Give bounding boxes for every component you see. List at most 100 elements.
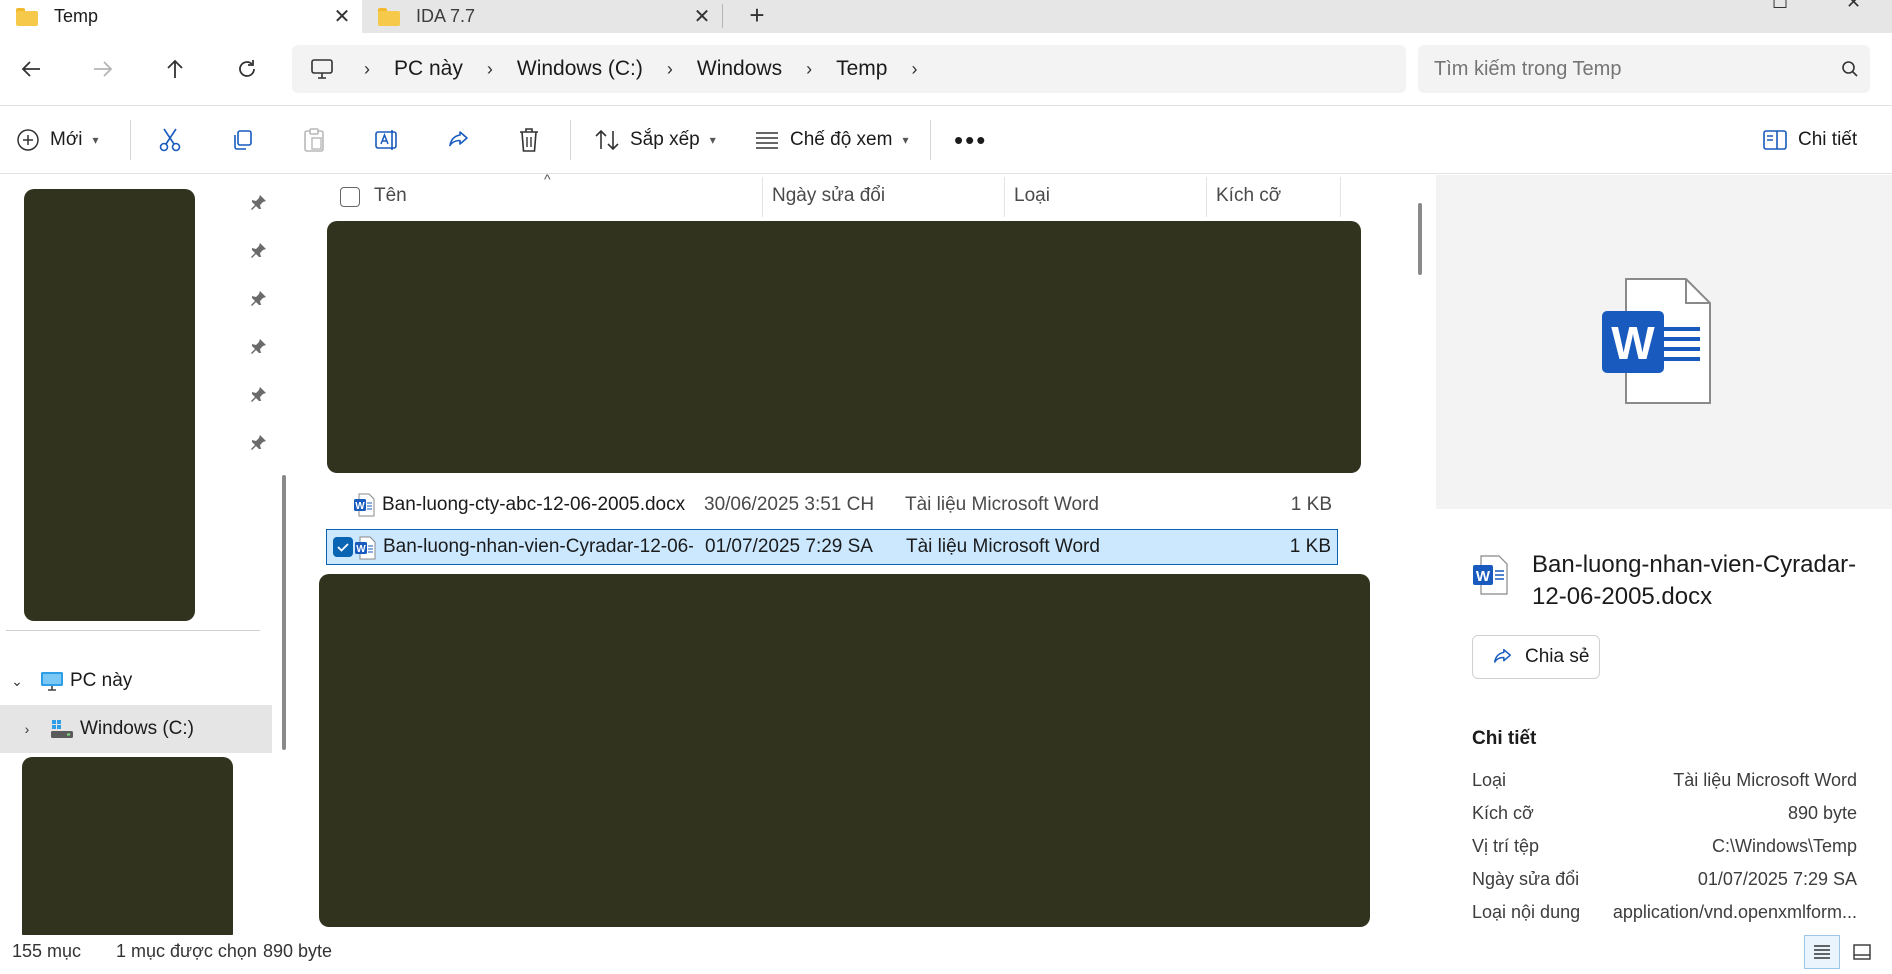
pin-icon[interactable]	[250, 193, 268, 211]
column-size[interactable]: Kích cỡ	[1216, 185, 1281, 207]
details-pane: W W Ban-luong-nhan-vien-Cyradar-12-06-20…	[1436, 175, 1892, 935]
chevron-down-icon[interactable]: ⌄	[2, 673, 32, 690]
scrollbar[interactable]	[1418, 203, 1422, 275]
list-view-icon	[756, 132, 778, 149]
column-header: ^ Tên Ngày sửa đổi Loại Kích cỡ	[300, 171, 1341, 219]
divider	[570, 120, 571, 160]
property-value: 890 byte	[1787, 803, 1857, 823]
rename-button[interactable]	[374, 106, 400, 174]
table-row[interactable]: W Ban-luong-cty-abc-12-06-2005.docx 30/0…	[326, 487, 1338, 523]
redacted-area	[22, 757, 233, 943]
trash-icon	[520, 128, 538, 152]
search-icon[interactable]	[1830, 60, 1870, 78]
address-bar[interactable]: › PC này › Windows (C:) › Windows › Temp…	[292, 45, 1406, 93]
chevron-right-icon[interactable]: ›	[911, 59, 917, 80]
maximize-icon[interactable]: ☐	[1772, 0, 1788, 13]
forward-button[interactable]	[81, 47, 125, 91]
cut-button[interactable]	[158, 106, 182, 174]
drive-icon	[51, 720, 73, 738]
new-tab-button[interactable]: +	[742, 0, 772, 33]
property-key: Loại	[1472, 770, 1507, 790]
breadcrumb-temp[interactable]: Temp	[836, 57, 887, 81]
arrow-left-icon	[21, 61, 40, 77]
file-name: Ban-luong-nhan-vien-Cyradar-12-06-2005.d…	[383, 536, 693, 557]
details-view-button[interactable]	[1804, 935, 1840, 969]
tree-item-windows-drive[interactable]: › Windows (C:)	[0, 705, 272, 753]
sort-button[interactable]: Sắp xếp ▾	[594, 106, 716, 174]
details-label: Chi tiết	[1798, 129, 1858, 150]
paste-button[interactable]	[302, 106, 326, 174]
property-key: Vị trí tệp	[1472, 836, 1540, 856]
property-row: Kích cỡ 890 byte	[1472, 803, 1857, 831]
share-button[interactable]	[446, 106, 470, 174]
copy-button[interactable]	[230, 106, 254, 174]
tab-temp[interactable]: Temp ✕	[0, 0, 362, 33]
scrollbar[interactable]	[282, 475, 286, 750]
new-button[interactable]: Mới ▾	[16, 106, 99, 174]
row-checkbox[interactable]	[333, 537, 353, 557]
chevron-right-icon[interactable]: ›	[487, 59, 493, 80]
search-box[interactable]	[1418, 45, 1870, 93]
file-type: Tài liệu Microsoft Word	[905, 494, 1099, 515]
close-icon[interactable]: ✕	[682, 4, 722, 29]
file-size: 1 KB	[1289, 536, 1331, 557]
share-button[interactable]: Chia sẻ	[1472, 635, 1600, 679]
chevron-down-icon: ▾	[92, 133, 99, 147]
property-key: Loại nội dung	[1472, 902, 1581, 922]
tree-item-pc[interactable]: ⌄ PC này	[0, 657, 272, 705]
pin-icon[interactable]	[250, 241, 268, 259]
up-button[interactable]	[153, 47, 197, 91]
chevron-right-icon[interactable]: ›	[667, 59, 673, 80]
details-section-title: Chi tiết	[1472, 728, 1537, 749]
column-type[interactable]: Loại	[1014, 185, 1050, 207]
tab-ida[interactable]: IDA 7.7 ✕	[362, 0, 722, 33]
more-options-button[interactable]: •••	[954, 106, 987, 174]
column-divider[interactable]	[762, 177, 763, 217]
search-input[interactable]	[1434, 57, 1830, 81]
tiles-view-button[interactable]	[1844, 935, 1880, 969]
selection-count: 1 mục được chọn	[116, 941, 257, 961]
pin-icon[interactable]	[250, 289, 268, 307]
details-pane-button[interactable]: Chi tiết	[1762, 106, 1857, 174]
breadcrumb-pc[interactable]: PC này	[394, 57, 463, 81]
details-file-name: Ban-luong-nhan-vien-Cyradar-12-06-2005.d…	[1532, 551, 1857, 610]
pin-icon[interactable]	[250, 433, 268, 451]
breadcrumb-windows[interactable]: Windows	[697, 57, 782, 81]
column-name[interactable]: Tên	[374, 185, 407, 207]
chevron-right-icon[interactable]: ›	[364, 59, 370, 80]
property-row: Loại nội dung application/vnd.openxmlfor…	[1472, 902, 1857, 930]
pin-icon[interactable]	[250, 385, 268, 403]
window-close-icon[interactable]: ✕	[1846, 0, 1861, 13]
details-pane-icon	[1763, 130, 1787, 150]
back-button[interactable]	[9, 47, 53, 91]
share-label: Chia sẻ	[1525, 646, 1590, 667]
sort-icon	[595, 129, 619, 151]
selection-size: 890 byte	[263, 941, 333, 961]
file-date: 30/06/2025 3:51 CH	[704, 494, 875, 515]
pin-icon[interactable]	[250, 337, 268, 355]
delete-button[interactable]	[518, 106, 540, 174]
table-row[interactable]: W Ban-luong-nhan-vien-Cyradar-12-06-2005…	[326, 529, 1338, 565]
column-divider[interactable]	[1340, 177, 1341, 217]
chevron-right-icon[interactable]: ›	[12, 721, 42, 737]
preview-view-icon	[1853, 944, 1871, 960]
navigation-bar: › PC này › Windows (C:) › Windows › Temp…	[0, 33, 1892, 105]
arrow-up-icon	[167, 59, 183, 78]
word-document-icon: W	[354, 536, 376, 566]
tree-item-label: Windows (C:)	[80, 718, 195, 739]
select-all-checkbox[interactable]	[340, 187, 360, 207]
new-label: Mới	[50, 129, 83, 150]
word-document-icon: W	[353, 493, 375, 523]
column-divider[interactable]	[1206, 177, 1207, 217]
view-button[interactable]: Chế độ xem ▾	[754, 106, 908, 174]
chevron-right-icon[interactable]: ›	[806, 59, 812, 80]
close-icon[interactable]: ✕	[322, 4, 362, 29]
column-date[interactable]: Ngày sửa đổi	[772, 185, 885, 207]
property-row: Loại Tài liệu Microsoft Word	[1472, 770, 1857, 798]
svg-text:W: W	[1476, 568, 1491, 585]
list-view-icon	[1814, 945, 1830, 959]
breadcrumb-drive[interactable]: Windows (C:)	[517, 57, 643, 81]
column-divider[interactable]	[1004, 177, 1005, 217]
refresh-button[interactable]	[225, 47, 269, 91]
property-value: C:\Windows\Temp	[1711, 836, 1857, 856]
